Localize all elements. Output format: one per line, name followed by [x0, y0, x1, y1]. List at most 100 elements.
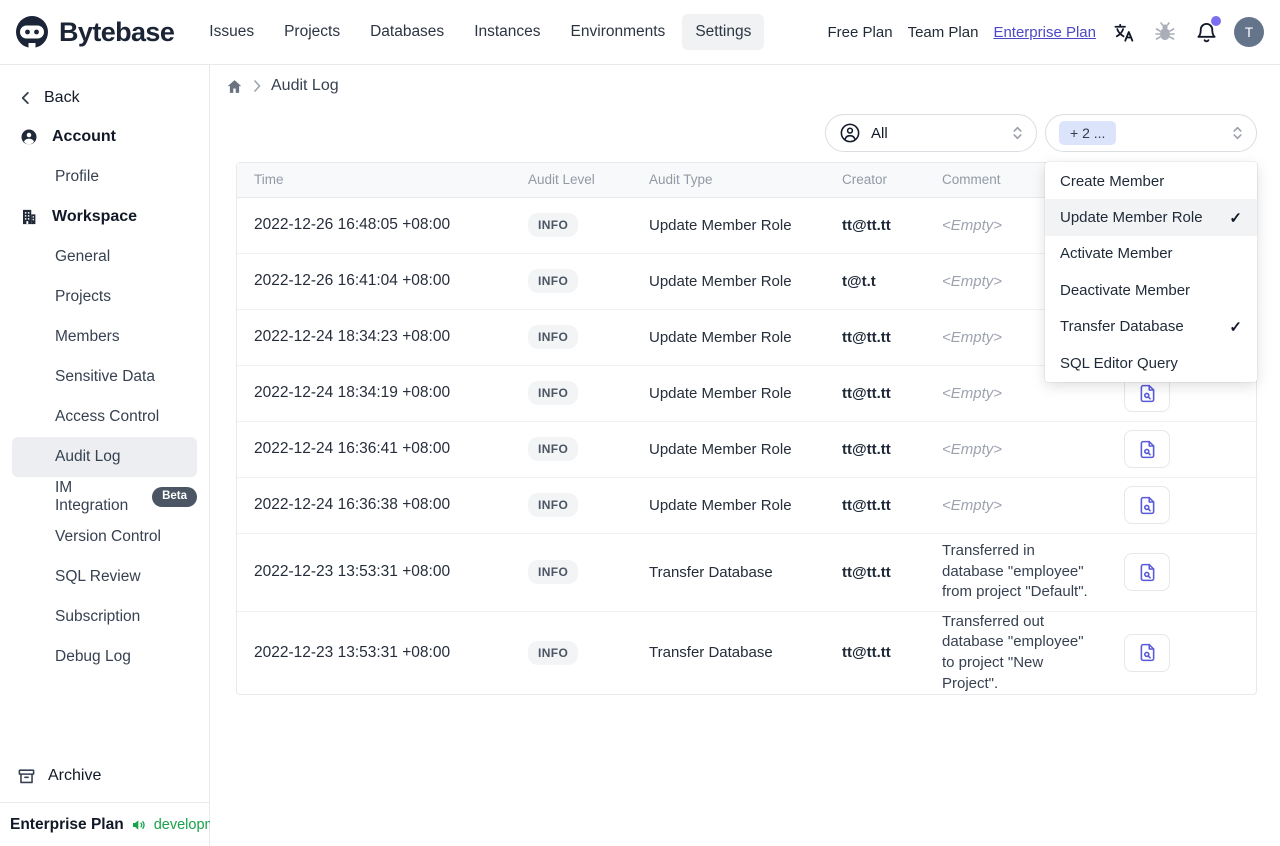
check-icon: ✓ [1229, 318, 1242, 336]
nav-projects[interactable]: Projects [271, 14, 353, 50]
nav-environments[interactable]: Environments [558, 14, 679, 50]
cell-creator: tt@tt.tt [842, 496, 891, 514]
cell-comment: Transferred out database "employee" to p… [942, 612, 1084, 692]
notifications-bell-icon[interactable] [1193, 16, 1221, 45]
im-integration-label: IM Integration [55, 479, 129, 514]
breadcrumb: Audit Log [226, 77, 339, 95]
table-row: 2022-12-23 13:53:31 +08:00 INFO Transfer… [237, 611, 1258, 694]
free-plan-link[interactable]: Free Plan [828, 24, 893, 41]
translate-icon[interactable] [1111, 19, 1137, 45]
cell-time: 2022-12-24 16:36:41 +08:00 [254, 440, 451, 457]
bug-report-icon[interactable] [1152, 19, 1178, 45]
cell-audit-type: Update Member Role [649, 496, 792, 514]
cell-creator: tt@tt.tt [842, 563, 891, 581]
workspace-section-label: Workspace [52, 208, 138, 225]
cell-audit-type: Update Member Role [649, 328, 792, 346]
sidebar-item-general[interactable]: General [12, 237, 197, 277]
profile-label: Profile [55, 168, 99, 185]
creator-filter-select[interactable]: All [825, 114, 1037, 152]
top-navbar: Bytebase Issues Projects Databases Insta… [0, 0, 1280, 65]
plan-footer: Enterprise Plan development [0, 802, 237, 846]
breadcrumb-current: Audit Log [271, 77, 339, 94]
sidebar-item-sql-review[interactable]: SQL Review [12, 557, 197, 597]
bytebase-logo-icon [14, 14, 50, 50]
cell-time: 2022-12-24 18:34:19 +08:00 [254, 384, 451, 401]
sidebar-section-workspace: Workspace [12, 197, 197, 237]
audit-level-badge: INFO [528, 213, 579, 237]
archive-label: Archive [48, 767, 102, 784]
audit-level-badge: INFO [528, 437, 579, 461]
menu-item-label: Deactivate Member [1060, 281, 1191, 299]
nav-databases[interactable]: Databases [357, 14, 457, 50]
chevron-left-icon [19, 90, 32, 106]
enterprise-plan-link[interactable]: Enterprise Plan [993, 24, 1096, 41]
sql-review-label: SQL Review [55, 568, 141, 585]
main-nav: Issues Projects Databases Instances Envi… [196, 14, 765, 50]
cell-audit-type: Update Member Role [649, 384, 792, 402]
sidebar-item-projects[interactable]: Projects [12, 277, 197, 317]
sidebar-item-sensitive-data[interactable]: Sensitive Data [12, 357, 197, 397]
bytebase-logo[interactable]: Bytebase [14, 14, 175, 50]
menu-item-activate-member[interactable]: Activate Member [1045, 236, 1257, 272]
debug-log-label: Debug Log [55, 648, 131, 665]
team-plan-link[interactable]: Team Plan [908, 24, 979, 41]
view-payload-button[interactable] [1124, 633, 1170, 672]
audit-type-filter-select[interactable]: + 2 ... [1045, 114, 1257, 152]
cell-creator: tt@tt.tt [842, 384, 891, 402]
audit-level-badge: INFO [528, 640, 579, 665]
cell-audit-type: Update Member Role [649, 440, 792, 458]
nav-settings[interactable]: Settings [682, 14, 765, 50]
audit-level-badge: INFO [528, 269, 579, 293]
access-control-label: Access Control [55, 408, 160, 425]
sidebar-item-archive[interactable]: Archive [12, 756, 197, 796]
cell-creator: tt@tt.tt [842, 440, 891, 458]
sidebar-item-debug-log[interactable]: Debug Log [12, 637, 197, 677]
creator-filter-value: All [871, 124, 888, 142]
home-icon[interactable] [226, 78, 243, 95]
sidebar-item-audit-log[interactable]: Audit Log [12, 437, 197, 477]
back-label: Back [44, 89, 80, 106]
settings-sidebar: Back Account Profile Workspace General P… [0, 65, 237, 846]
menu-item-sql-editor-query[interactable]: SQL Editor Query [1045, 345, 1257, 381]
menu-item-label: SQL Editor Query [1060, 354, 1178, 372]
table-row: 2022-12-24 16:36:41 +08:00 INFO Update M… [237, 421, 1258, 477]
menu-item-label: Update Member Role [1060, 209, 1203, 227]
nav-instances[interactable]: Instances [461, 14, 553, 50]
view-payload-button[interactable] [1124, 486, 1170, 524]
cell-creator: tt@tt.tt [842, 644, 891, 662]
audit-level-badge: INFO [528, 560, 579, 584]
account-icon [20, 128, 38, 146]
sidebar-item-version-control[interactable]: Version Control [12, 517, 197, 557]
audit-type-menu: Create Member Update Member Role ✓ Activ… [1045, 162, 1257, 383]
back-button[interactable]: Back [12, 79, 197, 117]
menu-item-deactivate-member[interactable]: Deactivate Member [1045, 272, 1257, 308]
sidebar-item-im-integration[interactable]: IM Integration Beta [12, 477, 197, 517]
projects-label: Projects [55, 288, 111, 305]
cell-time: 2022-12-23 13:53:31 +08:00 [254, 643, 451, 661]
menu-item-label: Activate Member [1060, 245, 1173, 263]
version-control-label: Version Control [55, 528, 161, 545]
sidebar-item-subscription[interactable]: Subscription [12, 597, 197, 637]
menu-item-update-member-role[interactable]: Update Member Role ✓ [1045, 199, 1257, 236]
sidebar-scroll: Back Account Profile Workspace General P… [0, 65, 209, 677]
cell-comment: <Empty> [942, 496, 1003, 514]
cell-creator: tt@tt.tt [842, 328, 891, 346]
sidebar-item-profile[interactable]: Profile [12, 157, 197, 197]
user-avatar[interactable]: T [1234, 17, 1264, 47]
cell-audit-type: Update Member Role [649, 272, 792, 290]
notification-dot [1211, 16, 1221, 26]
general-label: General [55, 248, 111, 265]
menu-item-label: Create Member [1060, 172, 1165, 190]
view-payload-button[interactable] [1124, 430, 1170, 468]
sidebar-item-members[interactable]: Members [12, 317, 197, 357]
cell-comment: <Empty> [942, 440, 1003, 458]
menu-item-create-member[interactable]: Create Member [1045, 163, 1257, 199]
view-payload-button[interactable] [1124, 553, 1170, 591]
audit-level-badge: INFO [528, 325, 579, 349]
header-audit-level: Audit Level [511, 163, 632, 198]
nav-issues[interactable]: Issues [196, 14, 267, 50]
audit-level-badge: INFO [528, 493, 579, 517]
menu-item-transfer-database[interactable]: Transfer Database ✓ [1045, 309, 1257, 345]
sidebar-item-access-control[interactable]: Access Control [12, 397, 197, 437]
header-audit-type: Audit Type [632, 163, 825, 198]
